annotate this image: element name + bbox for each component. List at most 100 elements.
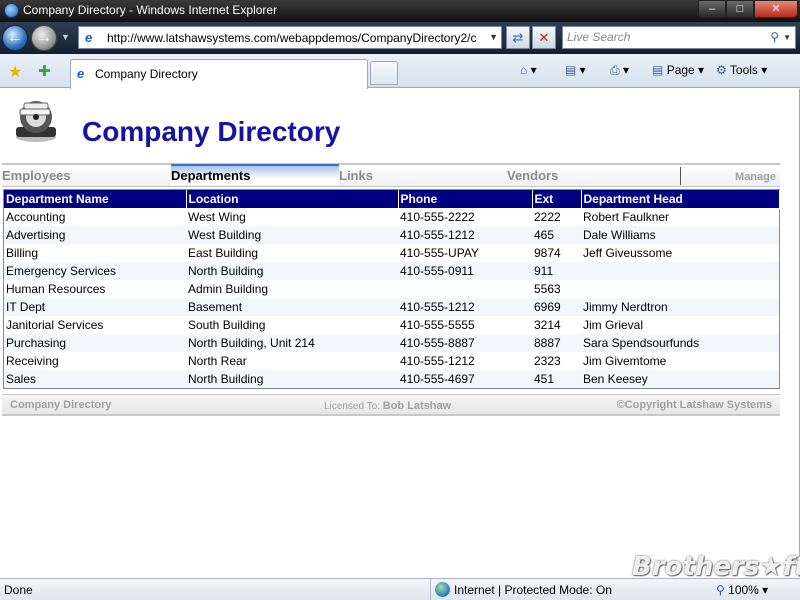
cell-location: North Building [186,370,398,388]
tab-label: Company Directory [95,67,198,81]
minimize-button[interactable]: – [698,0,726,18]
cell-department-name: Advertising [4,226,186,244]
column-header-department-name[interactable]: Department Name [4,190,187,209]
add-favorites-icon[interactable]: ✚ [38,62,51,80]
cell-ext: 2323 [534,354,561,368]
page-content: Company Directory Employees Departments … [0,89,800,577]
table-row[interactable]: Billing East Building 410-555-UPAY 9874 … [4,244,779,262]
navigation-bar: ← → ▼ e http://www.latshawsystems.com/we… [0,22,800,54]
table-row[interactable]: Janitorial Services South Building 410-5… [4,316,779,334]
table-row[interactable]: Receiving North Rear 410-555-1212 2323 J… [4,352,779,370]
window-controls: – □ ✕ [698,0,798,18]
table-row[interactable]: Purchasing North Building, Unit 214 410-… [4,334,779,352]
cell-location: West Wing [188,210,246,225]
cell-location: North Building [186,262,398,280]
menu-employees[interactable]: Employees [2,168,71,183]
cell-department-name: Emergency Services [4,262,186,280]
cell-ext: 8887 [532,334,581,352]
cell-department-head [581,280,779,298]
departments-table-container: Department Name Location Phone Ext Depar… [3,189,780,389]
cell-location: South Building [188,318,266,332]
search-options-dropdown-icon[interactable]: ▼ [783,33,791,42]
cell-department-name: IT Dept [4,298,186,316]
license-label: Licensed To: [324,401,380,412]
window-title: Company Directory - Windows Internet Exp… [23,3,278,17]
print-icon: ⎙ [610,63,620,77]
cell-ext: 451 [532,370,581,388]
cell-department-head: Jim Givemtome [583,354,667,368]
maximize-button[interactable]: □ [726,0,754,18]
cell-department-head: Ben Keesey [581,370,779,388]
ie-page-icon: e [77,66,85,81]
directory-menu-bar: Employees Departments Links Vendors Mana… [2,163,780,187]
menu-divider [680,167,681,185]
cell-location: North Building, Unit 214 [186,334,398,352]
zoom-control[interactable]: ⚲ 100% ▾ [716,583,768,597]
ie-app-icon[interactable] [4,3,19,18]
cell-phone: 410-555-8887 [398,334,532,352]
tab-company-directory[interactable]: e Company Directory [70,59,368,89]
zoom-icon: ⚲ [716,583,725,597]
page-menu-button[interactable]: ▤ Page ▾ [652,63,704,77]
feeds-button[interactable]: ▤ ▾ [565,63,586,77]
new-tab-button[interactable] [370,61,398,85]
stop-button[interactable]: ✕ [532,26,556,49]
forward-button[interactable]: → [31,25,57,51]
table-row[interactable]: Advertising West Building 410-555-1212 4… [4,226,779,244]
menu-links[interactable]: Links [339,168,373,183]
column-header-ext[interactable]: Ext [532,190,582,209]
cell-phone: 410-555-1212 [398,298,532,316]
menu-departments[interactable]: Departments [171,164,339,185]
cell-department-name: Accounting [6,210,66,225]
recent-pages-dropdown-icon[interactable]: ▼ [61,32,71,42]
menu-vendors[interactable]: Vendors [507,168,558,183]
cell-ext: 911 [532,262,581,280]
column-header-department-head[interactable]: Department Head [581,190,780,209]
column-header-phone[interactable]: Phone [398,190,533,209]
footer-license: Licensed To: Bob Latshaw [324,400,451,412]
cell-department-name: Janitorial Services [6,318,104,332]
cell-phone: 410-555-UPAY [400,246,479,260]
table-header-row: Department Name Location Phone Ext Depar… [4,190,780,209]
refresh-button[interactable]: ⇄ [506,26,530,49]
footer-app-name: Company Directory [10,399,112,411]
table-row[interactable]: Human Resources Admin Building 5563 [4,280,779,298]
security-zone[interactable]: Internet | Protected Mode: On [430,579,748,600]
cell-department-head: Dale Williams [581,226,779,244]
gear-icon: ⚙ [716,63,727,77]
cell-department-name: Billing [6,246,39,260]
cell-phone: 410-555-1212 [400,354,475,368]
search-input[interactable] [567,30,757,44]
rolodex-logo-icon [16,101,56,142]
cell-department-head: Sara Spendsourfunds [581,334,779,352]
home-button[interactable]: ⌂ ▾ [520,63,537,77]
brothersoft-watermark: Brothers★ft [632,552,800,582]
table-row[interactable]: Accounting West Wing 410-555-2222 2222 R… [4,208,779,226]
column-header-location[interactable]: Location [186,190,399,209]
table-row[interactable]: Emergency Services North Building 410-55… [4,262,779,280]
search-icon[interactable]: ⚲ [770,30,779,44]
print-button[interactable]: ⎙ ▾ [610,63,629,78]
address-bar[interactable]: e http://www.latshawsystems.com/webappde… [78,26,502,49]
tools-menu-button[interactable]: ⚙ Tools ▾ [716,63,767,77]
zoom-level: 100% [728,583,759,597]
manage-link[interactable]: Manage [735,171,776,183]
home-icon: ⌂ [520,63,528,77]
cell-phone: 410-555-1212 [398,226,532,244]
cell-phone: 410-555-2222 [400,210,475,225]
cell-location: North Rear [188,354,247,368]
favorites-star-icon[interactable]: ★ [8,62,22,82]
licensee-name: Bob Latshaw [382,400,452,412]
address-url[interactable]: http://www.latshawsystems.com/webappdemo… [107,31,485,45]
tab-command-bar: ★ ✚ e Company Directory ⌂ ▾ ▤ ▾ ⎙ ▾ ▤ Pa… [0,54,800,89]
address-dropdown-icon[interactable]: ▼ [489,32,498,42]
cell-ext: 6969 [532,298,581,316]
cell-location: West Building [186,226,398,244]
cell-department-head [581,262,779,280]
search-box[interactable]: ⚲ ▼ [562,26,796,49]
cell-ext: 5563 [534,282,561,296]
back-button[interactable]: ← [2,25,28,51]
table-row[interactable]: IT Dept Basement 410-555-1212 6969 Jimmy… [4,298,779,316]
table-row[interactable]: Sales North Building 410-555-4697 451 Be… [4,370,779,388]
close-button[interactable]: ✕ [754,0,798,18]
